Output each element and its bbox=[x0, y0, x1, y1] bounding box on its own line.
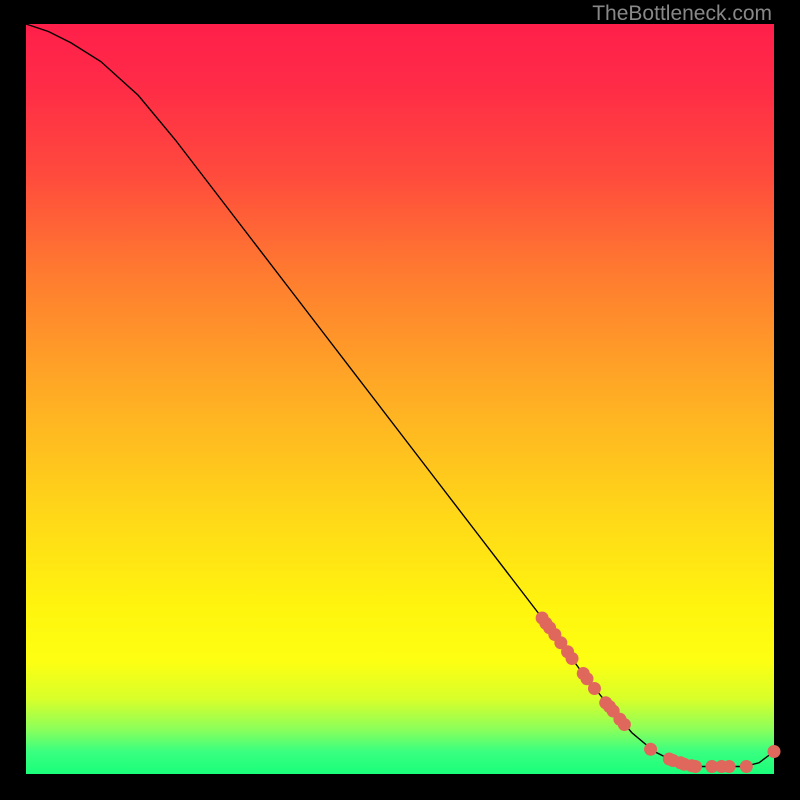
data-marker bbox=[740, 760, 753, 773]
data-marker bbox=[768, 745, 781, 758]
data-marker bbox=[689, 760, 702, 773]
data-marker bbox=[644, 743, 657, 756]
attribution-text: TheBottleneck.com bbox=[592, 2, 772, 26]
curve-line bbox=[26, 24, 774, 767]
curve-markers bbox=[536, 612, 781, 774]
chart-container: TheBottleneck.com bbox=[0, 0, 800, 800]
data-marker bbox=[618, 718, 631, 731]
data-marker bbox=[723, 760, 736, 773]
data-marker bbox=[566, 652, 579, 665]
data-marker bbox=[588, 682, 601, 695]
chart-overlay bbox=[26, 24, 774, 774]
